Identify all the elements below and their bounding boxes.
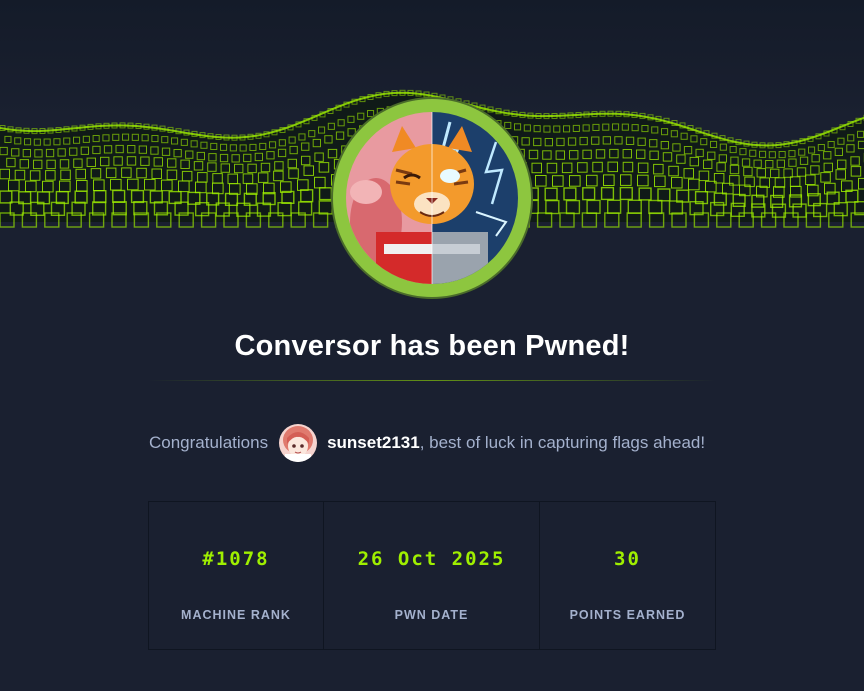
machine-rank-value: #1078	[202, 548, 270, 570]
congrats-message: Congratulations sunset2131 , best of luc…	[149, 421, 705, 465]
username-link[interactable]: sunset2131	[327, 433, 420, 453]
tiger-avatar-icon	[346, 112, 518, 284]
pwn-date-value: 26 Oct 2025	[357, 548, 506, 570]
machine-rank-label: MACHINE RANK	[181, 608, 291, 622]
title-divider	[148, 380, 716, 381]
stats-panel: #1078 MACHINE RANK 26 Oct 2025 PWN DATE …	[148, 501, 716, 650]
pwn-date-label: PWN DATE	[394, 608, 469, 622]
user-avatar-icon[interactable]	[279, 424, 318, 462]
machine-avatar	[333, 99, 531, 297]
congrats-prefix: Congratulations	[149, 433, 269, 452]
points-earned-value: 30	[614, 548, 641, 570]
congrats-suffix: , best of luck in capturing flags ahead!	[419, 433, 706, 452]
page-title: Conversor has been Pwned!	[234, 330, 630, 362]
pwned-page: Conversor has been Pwned! Congratulation…	[0, 0, 864, 691]
stat-pwn-date: 26 Oct 2025 PWN DATE	[323, 502, 539, 649]
stat-points-earned: 30 POINTS EARNED	[539, 502, 715, 649]
stat-machine-rank: #1078 MACHINE RANK	[149, 502, 323, 649]
points-earned-label: POINTS EARNED	[569, 608, 686, 622]
